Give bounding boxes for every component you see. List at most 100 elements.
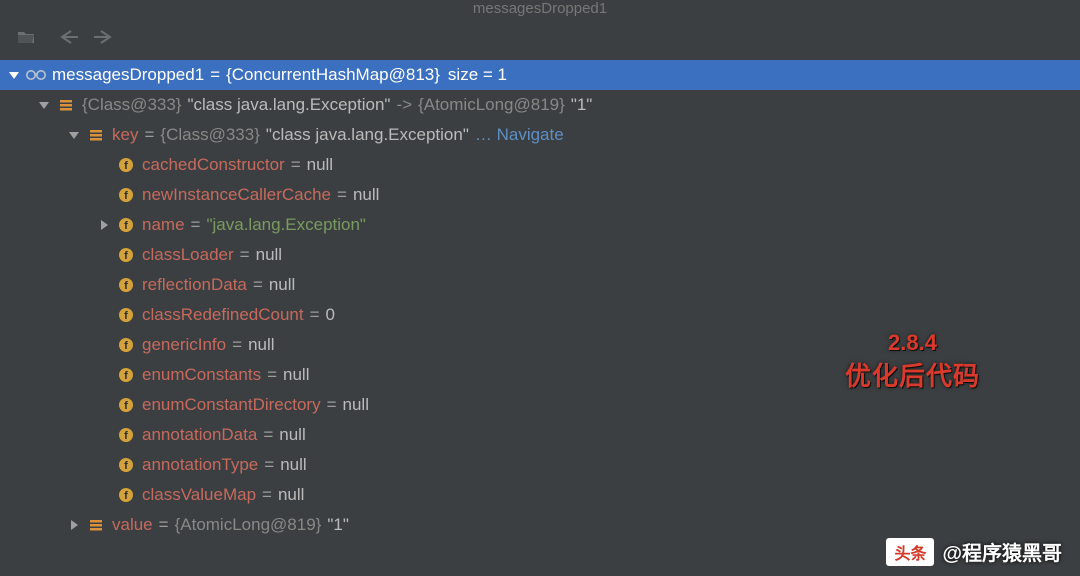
entry-key-ref: {Class@333}	[82, 90, 182, 120]
key-ref: {Class@333}	[160, 120, 260, 150]
equals: =	[153, 510, 175, 540]
tree-entry-row[interactable]: {Class@333} "class java.lang.Exception" …	[0, 90, 1080, 120]
field-icon: f	[116, 275, 136, 295]
tree-field-row[interactable]: fannotationType=null	[0, 450, 1080, 480]
field-icon: f	[116, 335, 136, 355]
field-icon: f	[116, 215, 136, 235]
var-ref: {ConcurrentHashMap@813}	[226, 60, 440, 90]
field-value: null	[307, 150, 333, 180]
field-icon: f	[116, 155, 136, 175]
field-value: "java.lang.Exception"	[206, 210, 366, 240]
debugger-toolbar	[0, 20, 1080, 54]
chevron-right-icon[interactable]	[96, 217, 112, 233]
field-value: null	[353, 180, 379, 210]
field-icon: f	[116, 395, 136, 415]
svg-text:f: f	[124, 250, 128, 262]
chevron-down-icon[interactable]	[36, 97, 52, 113]
key-str: "class java.lang.Exception"	[266, 120, 469, 150]
tree-field-row[interactable]: fclassRedefinedCount=0	[0, 300, 1080, 330]
nav-back-icon[interactable]	[58, 30, 78, 44]
key-name: key	[112, 120, 138, 150]
svg-text:f: f	[124, 280, 128, 292]
field-icon: f	[116, 245, 136, 265]
field-icon: f	[116, 365, 136, 385]
field-name: reflectionData	[142, 270, 247, 300]
equals: =	[247, 270, 269, 300]
field-name: enumConstantDirectory	[142, 390, 321, 420]
map-entry-icon	[86, 515, 106, 535]
navigate-link[interactable]: … Navigate	[475, 120, 564, 150]
tree-key-row[interactable]: key = {Class@333} "class java.lang.Excep…	[0, 120, 1080, 150]
watch-icon	[26, 65, 46, 85]
field-name: name	[142, 210, 185, 240]
svg-text:f: f	[124, 160, 128, 172]
field-value: null	[256, 240, 282, 270]
field-icon: f	[116, 425, 136, 445]
equals: =	[285, 150, 307, 180]
field-value: 0	[326, 300, 335, 330]
open-icon[interactable]	[16, 27, 36, 47]
field-value: null	[248, 330, 274, 360]
equals: =	[304, 300, 326, 330]
equals: =	[138, 120, 160, 150]
variables-tree[interactable]: messagesDropped1 = {ConcurrentHashMap@81…	[0, 54, 1080, 540]
chevron-down-icon[interactable]	[66, 127, 82, 143]
byline-handle: @程序猿黑哥	[942, 537, 1062, 566]
equals: =	[234, 240, 256, 270]
tree-field-row[interactable]: f enumConstantDirectory=null	[0, 390, 1080, 420]
field-value: null	[283, 360, 309, 390]
svg-text:f: f	[124, 430, 128, 442]
field-icon: f	[116, 305, 136, 325]
entry-key-str: "class java.lang.Exception"	[188, 90, 391, 120]
tree-field-row[interactable]: f reflectionData=null	[0, 270, 1080, 300]
equals: =	[226, 330, 248, 360]
field-name: enumConstants	[142, 360, 261, 390]
svg-text:f: f	[124, 460, 128, 472]
chevron-right-icon[interactable]	[66, 517, 82, 533]
svg-text:f: f	[124, 310, 128, 322]
equals: =	[261, 360, 283, 390]
svg-text:f: f	[124, 340, 128, 352]
field-value: null	[269, 270, 295, 300]
field-name: cachedConstructor	[142, 150, 285, 180]
arrow: ->	[390, 90, 418, 120]
tree-field-row[interactable]: f classValueMap=null	[0, 480, 1080, 510]
byline-badge: 头条	[886, 538, 934, 566]
equals: =	[257, 420, 279, 450]
tree-field-row[interactable]: fnewInstanceCallerCache=null	[0, 180, 1080, 210]
var-name: messagesDropped1	[52, 60, 204, 90]
map-entry-icon	[56, 95, 76, 115]
field-name: classLoader	[142, 240, 234, 270]
tree-value-row[interactable]: value = {AtomicLong@819} "1"	[0, 510, 1080, 540]
chevron-down-icon[interactable]	[6, 67, 22, 83]
field-value: null	[343, 390, 369, 420]
tree-field-row[interactable]: f cachedConstructor=null	[0, 150, 1080, 180]
entry-val-str: "1"	[571, 90, 593, 120]
svg-text:f: f	[124, 190, 128, 202]
svg-text:f: f	[124, 400, 128, 412]
field-icon: f	[116, 485, 136, 505]
tree-field-row[interactable]: f enumConstants=null	[0, 360, 1080, 390]
equals: =	[258, 450, 280, 480]
byline: 头条 @程序猿黑哥	[886, 537, 1062, 566]
field-value: null	[278, 480, 304, 510]
tree-field-row[interactable]: fname="java.lang.Exception"	[0, 210, 1080, 240]
equals: =	[204, 60, 226, 90]
equals: =	[256, 480, 278, 510]
tree-root-row[interactable]: messagesDropped1 = {ConcurrentHashMap@81…	[0, 60, 1080, 90]
field-value: null	[279, 420, 305, 450]
tree-field-row[interactable]: f classLoader=null	[0, 240, 1080, 270]
svg-text:f: f	[124, 370, 128, 382]
field-name: newInstanceCallerCache	[142, 180, 331, 210]
entry-val-ref: {AtomicLong@819}	[418, 90, 565, 120]
field-name: classValueMap	[142, 480, 256, 510]
map-entry-icon	[86, 125, 106, 145]
tree-field-row[interactable]: fannotationData=null	[0, 420, 1080, 450]
nav-forward-icon[interactable]	[94, 30, 114, 44]
field-icon: f	[116, 455, 136, 475]
value-name: value	[112, 510, 153, 540]
equals: =	[321, 390, 343, 420]
field-name: annotationType	[142, 450, 258, 480]
value-str: "1"	[327, 510, 349, 540]
tree-field-row[interactable]: fgenericInfo=null	[0, 330, 1080, 360]
